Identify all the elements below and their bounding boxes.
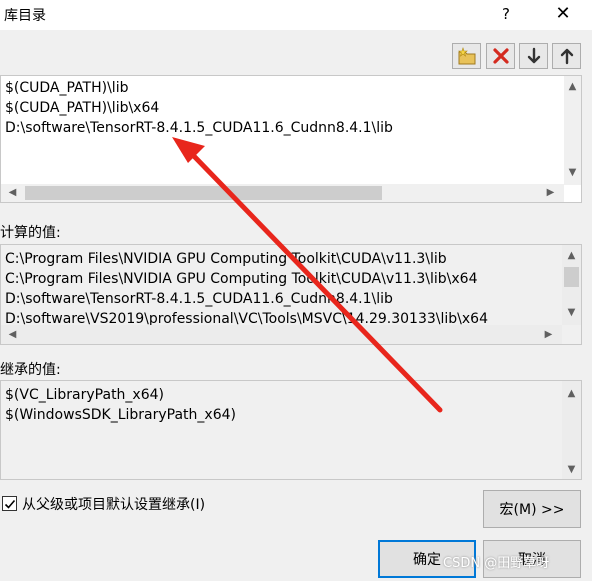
inherited-vertical-scrollbar[interactable]: ▲ ▼ [562,381,581,479]
move-down-icon [527,47,540,64]
watermark: CSDN @田野草呀 [443,556,550,571]
evaluated-value-label: 计算的值: [0,225,61,241]
horizontal-scroll-thumb[interactable] [25,186,382,200]
inherited-line: $(VC_LibraryPath_x64) [5,387,164,403]
scroll-right-arrow-icon[interactable]: ▶ [542,184,559,201]
close-button[interactable]: ✕ [548,2,578,26]
scroll-up-arrow-icon[interactable]: ▲ [563,385,580,402]
editor-line[interactable]: $(CUDA_PATH)\lib\x64 [5,98,159,118]
checkmark-icon [4,499,16,509]
move-up-icon [560,48,573,65]
scroll-down-arrow-icon[interactable]: ▼ [564,164,581,181]
help-button[interactable]: ? [494,2,518,26]
evaluated-vertical-scrollbar[interactable]: ▲ ▼ [562,245,581,325]
editor-horizontal-scrollbar[interactable]: ◀ ▶ [1,184,564,202]
scroll-up-arrow-icon[interactable]: ▲ [564,78,581,95]
inherit-checkbox-label[interactable]: 从父级或项目默认设置继承(I) [22,494,205,514]
scroll-right-arrow-icon[interactable]: ▶ [540,326,557,343]
scroll-up-arrow-icon[interactable]: ▲ [563,247,580,264]
move-down-button[interactable] [519,43,548,69]
scroll-down-arrow-icon[interactable]: ▼ [563,461,580,478]
evaluated-line: C:\Program Files\NVIDIA GPU Computing To… [5,251,447,267]
macros-button[interactable]: 宏(M) >> [483,490,581,528]
editor-vertical-scrollbar[interactable]: ▲ ▼ [564,76,581,185]
delete-button[interactable] [486,43,515,69]
editor-line[interactable]: D:\software\TensorRT-8.4.1.5_CUDA11.6_Cu… [5,118,393,138]
scroll-left-arrow-icon[interactable]: ◀ [4,184,21,201]
scroll-down-arrow-icon[interactable]: ▼ [563,304,580,321]
editor-line[interactable]: $(CUDA_PATH)\lib [5,78,128,98]
move-up-button[interactable] [552,43,581,69]
inherit-checkbox[interactable] [2,496,17,511]
evaluated-line: C:\Program Files\NVIDIA GPU Computing To… [5,271,478,287]
evaluated-horizontal-scrollbar[interactable]: ◀ ▶ [1,325,562,344]
scroll-left-arrow-icon[interactable]: ◀ [4,326,21,343]
vertical-scroll-thumb[interactable] [564,267,579,287]
inherited-values-label: 继承的值: [0,362,61,378]
inherited-values-box: $(VC_LibraryPath_x64) $(WindowsSDK_Libra… [0,380,582,480]
new-line-button[interactable] [452,43,481,69]
editable-paths-textbox[interactable]: $(CUDA_PATH)\lib $(CUDA_PATH)\lib\x64 D:… [0,75,582,203]
delete-icon [492,48,509,64]
evaluated-value-box: C:\Program Files\NVIDIA GPU Computing To… [0,244,582,345]
evaluated-line: D:\software\TensorRT-8.4.1.5_CUDA11.6_Cu… [5,291,393,307]
inherited-line: $(WindowsSDK_LibraryPath_x64) [5,407,236,423]
window-title: 库目录 [4,8,46,24]
title-bar: 库目录 ? ✕ [0,0,592,30]
new-line-icon [457,47,475,65]
